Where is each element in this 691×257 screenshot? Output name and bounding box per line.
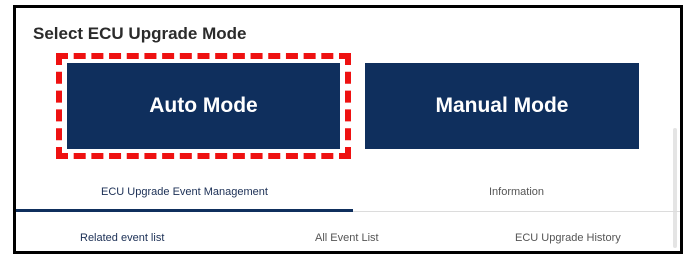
ecu-upgrade-panel: Select ECU Upgrade Mode Auto Mode Manual… <box>13 5 683 254</box>
subtab-related-event-list[interactable]: Related event list <box>80 232 164 244</box>
tab-ecu-upgrade-event-management[interactable]: ECU Upgrade Event Management <box>16 172 353 212</box>
active-tab-indicator <box>16 209 353 212</box>
subtab-all-event-list[interactable]: All Event List <box>315 232 379 244</box>
subtab-ecu-upgrade-history[interactable]: ECU Upgrade History <box>515 232 621 244</box>
tab-information[interactable]: Information <box>353 172 680 212</box>
auto-mode-button[interactable]: Auto Mode <box>67 63 340 149</box>
manual-mode-button[interactable]: Manual Mode <box>365 63 639 149</box>
page-title: Select ECU Upgrade Mode <box>33 24 247 43</box>
